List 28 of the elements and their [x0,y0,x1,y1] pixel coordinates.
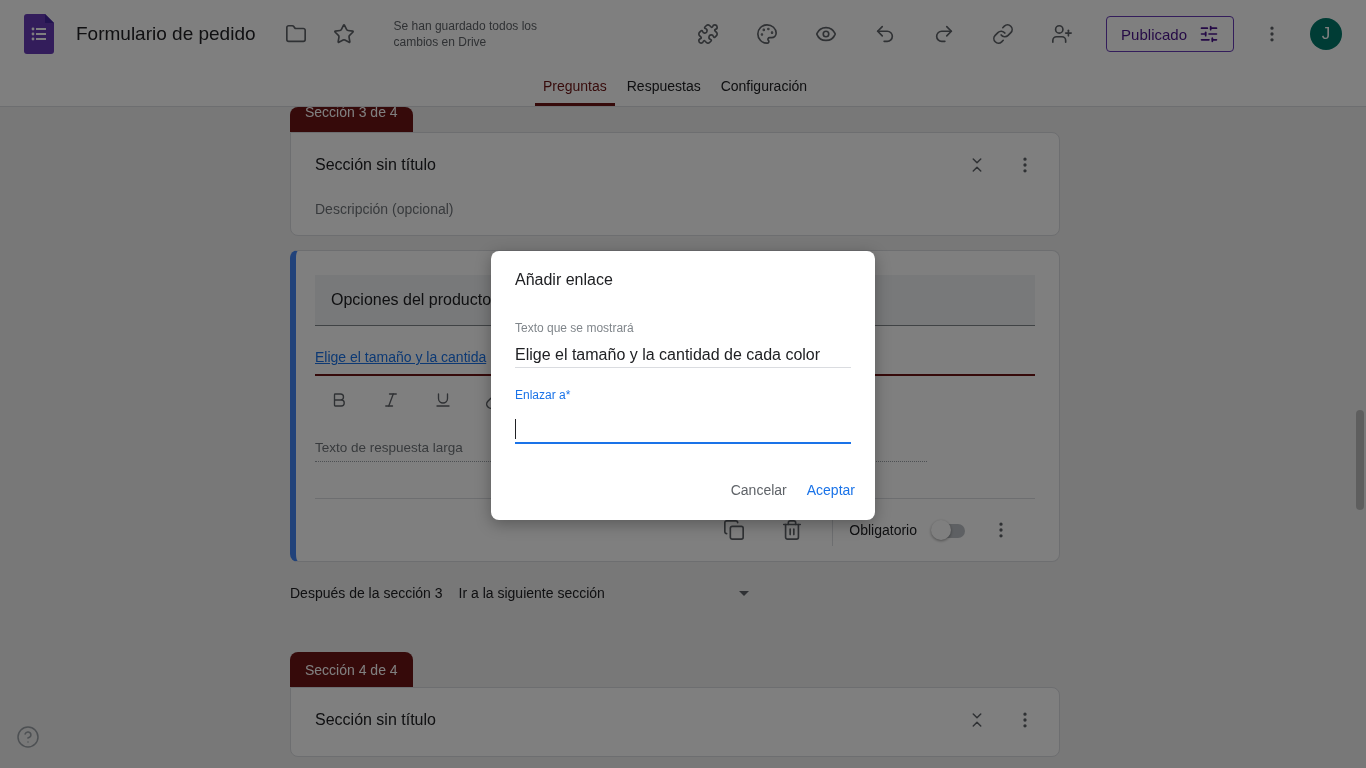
field-label: Texto que se mostrará [515,321,635,335]
accept-button[interactable]: Aceptar [802,476,859,504]
tab[interactable]: Respuestas [618,68,709,106]
input-field[interactable] [515,416,851,444]
next-section-dropdown[interactable]: Ir a la siguiente sección [458,585,749,601]
save-status: Se han guardado todos los cambios en Drive [393,18,538,50]
tab[interactable]: Preguntas [534,68,615,106]
required-toggle[interactable] [931,520,967,540]
description-link[interactable]: Elige el tamaño y la cantida [315,349,487,365]
field-label: Enlazar a* [515,388,572,402]
publish-button[interactable]: Publicado [1106,16,1234,52]
section-title[interactable]: Sección sin título [315,156,953,174]
dialog-title: Añadir enlace [515,271,614,289]
avatar[interactable]: J [1310,18,1342,50]
required-label: Obligatorio [849,522,917,538]
scrollbar-thumb[interactable] [1356,410,1364,510]
after-section-label: Después de la sección 3 [290,585,443,601]
cancel-button[interactable]: Cancelar [726,476,791,504]
section-badge: Sección 3 de 4 [290,107,413,132]
form-title[interactable]: Formulario de pedido [76,23,256,45]
forms-logo[interactable] [24,14,54,54]
caret-icon [738,590,749,596]
tab[interactable]: Configuración [712,68,816,106]
section-badge: Sección 4 de 4 [290,652,413,687]
description-placeholder[interactable]: Descripción (opcional) [315,201,1035,217]
section-title[interactable]: Sección sin título [315,711,953,729]
sliders-icon [1199,24,1219,44]
input-field[interactable]: Elige el tamaño y la cantidad de cada color [515,343,851,368]
